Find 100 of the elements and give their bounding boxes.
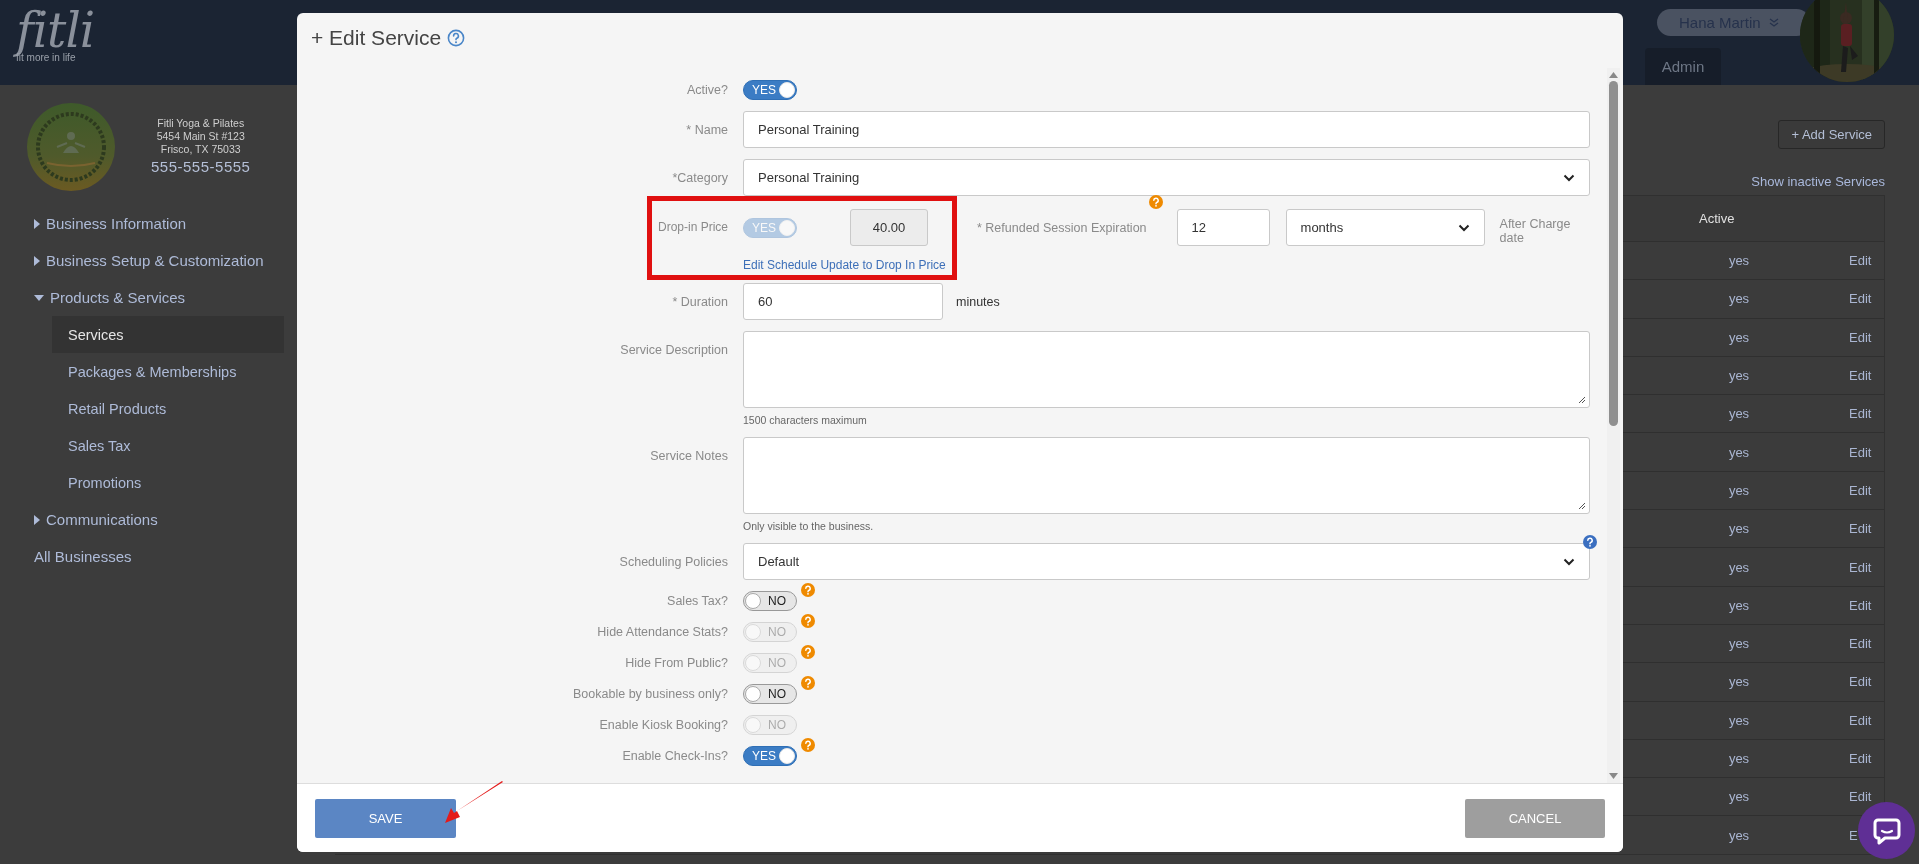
drop-in-price-link[interactable]: Edit Schedule Update to Drop In Price bbox=[743, 258, 946, 272]
help-icon[interactable] bbox=[1583, 535, 1597, 549]
toggle-switch[interactable]: NO bbox=[743, 684, 797, 704]
edit-link[interactable]: Edit bbox=[1849, 521, 1872, 537]
sidebar-subitem[interactable]: Sales Tax bbox=[52, 427, 284, 464]
toggle-switch[interactable]: NO bbox=[743, 591, 797, 611]
edit-link[interactable]: Edit bbox=[1849, 253, 1872, 269]
table-cell: yes bbox=[1728, 482, 1750, 498]
chevron-down-icon bbox=[1563, 557, 1575, 566]
field-label: Enable Check-Ins? bbox=[622, 749, 728, 763]
sidebar-subitem[interactable]: Promotions bbox=[52, 464, 284, 501]
help-icon[interactable] bbox=[801, 738, 815, 752]
text-area[interactable] bbox=[743, 331, 1590, 408]
field-label: Bookable by business only? bbox=[573, 687, 728, 701]
table-cell: yes bbox=[1728, 329, 1750, 345]
text-field[interactable]: 12 bbox=[1176, 209, 1270, 246]
unit-label: minutes bbox=[956, 294, 1000, 309]
edit-link[interactable]: Edit bbox=[1849, 597, 1872, 613]
help-icon[interactable] bbox=[801, 583, 815, 597]
edit-link[interactable]: Edit bbox=[1849, 329, 1872, 345]
table-cell: yes bbox=[1728, 559, 1750, 575]
field-label: Service Notes bbox=[650, 449, 728, 463]
edit-link[interactable]: E bbox=[1849, 827, 1858, 843]
annotation-arrow bbox=[445, 781, 503, 823]
edit-link[interactable]: Edit bbox=[1849, 674, 1872, 690]
field-hint: 1500 characters maximum bbox=[743, 414, 868, 426]
text-field[interactable]: Personal Training bbox=[743, 111, 1590, 148]
field-label: *Category bbox=[672, 170, 728, 185]
field-hint: Only visible to the business. bbox=[743, 520, 875, 532]
column-header: Active bbox=[1698, 211, 1736, 226]
field-label: * Duration bbox=[672, 294, 728, 309]
text-field[interactable]: 60 bbox=[743, 283, 943, 320]
edit-link[interactable]: Edit bbox=[1849, 368, 1872, 384]
edit-link[interactable]: Edit bbox=[1849, 291, 1872, 307]
table-cell: yes bbox=[1728, 636, 1750, 652]
chevron-icon bbox=[1768, 17, 1779, 28]
business-address: Frisco, TX 75033 bbox=[160, 143, 241, 156]
table-cell: yes bbox=[1728, 674, 1750, 690]
business-address: 5454 Main St #123 bbox=[156, 130, 245, 143]
sidebar-item[interactable]: Business Information bbox=[0, 205, 187, 242]
admin-tab[interactable]: Admin bbox=[1645, 48, 1721, 85]
table-cell: yes bbox=[1728, 291, 1750, 307]
select-field[interactable]: months bbox=[1285, 209, 1485, 246]
table-cell: yes bbox=[1728, 827, 1750, 843]
sidebar-item[interactable]: All Businesses bbox=[0, 538, 132, 575]
help-icon[interactable] bbox=[1148, 195, 1163, 209]
select-field[interactable]: Default bbox=[743, 543, 1590, 580]
table-cell: yes bbox=[1728, 751, 1750, 766]
resize-grip-icon bbox=[1578, 502, 1586, 510]
field-label: Sales Tax? bbox=[667, 594, 728, 608]
table-cell: yes bbox=[1728, 789, 1750, 805]
modal-title: + Edit Service bbox=[311, 25, 442, 50]
field-label: Active? bbox=[687, 83, 728, 97]
edit-link[interactable]: Edit bbox=[1849, 482, 1872, 498]
table-cell: yes bbox=[1728, 521, 1750, 537]
chevron-down-icon bbox=[1563, 173, 1575, 182]
help-icon[interactable] bbox=[447, 28, 466, 47]
add-service-button[interactable]: + Add Service bbox=[1778, 120, 1885, 149]
sidebar-subitem[interactable]: Services bbox=[52, 316, 284, 353]
resize-grip-icon bbox=[1578, 396, 1586, 404]
edit-link[interactable]: Edit bbox=[1849, 636, 1872, 652]
edit-link[interactable]: Edit bbox=[1849, 444, 1872, 460]
table-cell: yes bbox=[1728, 406, 1750, 422]
field-label: * Name bbox=[686, 122, 728, 137]
edit-link[interactable]: Edit bbox=[1849, 789, 1872, 805]
business-phone: 555-555-5555 bbox=[151, 157, 251, 177]
business-name: Fitli Yoga & Pilates bbox=[157, 117, 245, 130]
price-field[interactable]: 40.00 bbox=[850, 209, 928, 246]
save-button[interactable]: SAVE bbox=[315, 798, 456, 838]
scroll-up-icon[interactable] bbox=[1609, 72, 1618, 78]
field-label: * Refunded Session Expiration bbox=[977, 220, 1147, 235]
edit-link[interactable]: Edit bbox=[1849, 712, 1872, 728]
table-cell: yes bbox=[1728, 712, 1750, 728]
table-cell: yes bbox=[1728, 597, 1750, 613]
edit-link[interactable]: Edit bbox=[1849, 406, 1872, 422]
field-label: Service Description bbox=[620, 343, 728, 357]
sidebar-item[interactable]: Business Setup & Customization bbox=[0, 242, 264, 279]
sidebar-item[interactable]: Products & Services bbox=[0, 279, 186, 316]
field-label: Hide Attendance Stats? bbox=[597, 625, 728, 639]
select-field[interactable]: Personal Training bbox=[743, 159, 1590, 196]
field-label: Drop-in Price bbox=[657, 220, 728, 234]
table-cell: yes bbox=[1728, 368, 1750, 384]
table-cell: yes bbox=[1728, 444, 1750, 460]
text-area[interactable] bbox=[743, 437, 1590, 514]
field-label: Scheduling Policies bbox=[619, 554, 728, 569]
field-label: Hide From Public? bbox=[625, 656, 728, 670]
edit-link[interactable]: Edit bbox=[1849, 751, 1872, 766]
toggle-switch[interactable]: YES bbox=[743, 746, 797, 766]
toggle-switch[interactable]: YES bbox=[743, 80, 797, 100]
edit-link[interactable]: Edit bbox=[1849, 559, 1872, 575]
help-icon[interactable] bbox=[801, 676, 815, 690]
sidebar-subitem[interactable]: Packages & Memberships bbox=[52, 353, 284, 390]
scroll-down-icon[interactable] bbox=[1609, 773, 1618, 779]
sidebar-subitem[interactable]: Retail Products bbox=[52, 390, 284, 427]
sidebar-item[interactable]: Communications bbox=[0, 501, 158, 538]
chat-button[interactable] bbox=[1858, 802, 1915, 859]
scrollbar[interactable] bbox=[1607, 68, 1620, 783]
field-label: Enable Kiosk Booking? bbox=[599, 718, 728, 732]
chevron-down-icon bbox=[1457, 223, 1470, 232]
unit-label: After Charge date bbox=[1499, 216, 1572, 245]
